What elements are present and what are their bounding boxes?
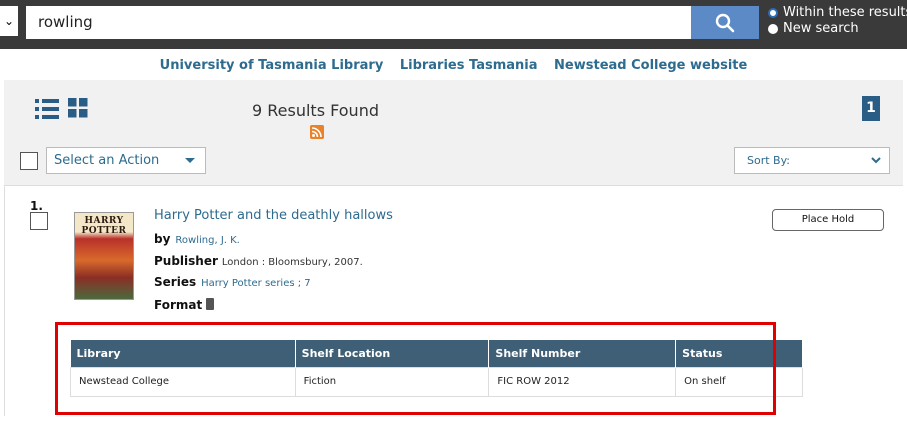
publisher-value: London : Bloomsbury, 2007. [221,257,363,268]
publisher-label: Publisher [154,254,218,268]
rss-icon[interactable] [310,125,324,139]
list-view-icon[interactable] [35,98,59,120]
action-select[interactable]: Select an Action [46,147,206,174]
highlight-box [55,322,776,415]
format-label: Format [154,298,203,312]
link-utas-library[interactable]: University of Tasmania Library [160,58,384,73]
radio-new-label: New search [783,21,859,36]
grid-view-icon[interactable] [68,98,88,118]
cover-title-line: POTTER [81,226,127,236]
result-checkbox[interactable] [30,212,48,230]
page-number-button[interactable]: 1 [862,96,880,121]
by-label: by [154,232,171,246]
place-hold-button[interactable]: Place Hold [772,209,884,231]
series-label: Series [154,275,197,289]
series-row: Series Harry Potter series ; 7 [154,275,311,289]
publisher-row: Publisher London : Bloomsbury, 2007. [154,254,363,268]
content-divider [4,186,5,416]
action-select-label: Select an Action [54,153,160,168]
book-cover-image[interactable]: HARRY POTTER [74,212,134,300]
format-row: Format [154,298,215,312]
results-count: 9 Results Found [252,101,379,120]
radio-within-results[interactable]: Within these results [768,5,907,21]
search-input[interactable]: rowling [26,6,691,39]
author-link[interactable]: Rowling, J. K. [175,235,239,246]
book-format-icon [206,298,215,310]
radio-within-label: Within these results [783,5,907,20]
series-link[interactable]: Harry Potter series ; 7 [201,278,311,289]
results-header: 9 Results Found 1 Select an Action Sort … [4,80,903,186]
search-scope-radios: Within these results New search [768,5,907,37]
link-libraries-tasmania[interactable]: Libraries Tasmania [400,58,538,73]
library-links: University of Tasmania Library Libraries… [0,58,907,73]
radio-new-search[interactable]: New search [768,21,907,37]
author-row: by Rowling, J. K. [154,232,240,246]
link-newstead-college[interactable]: Newstead College website [554,58,747,73]
search-icon [715,13,735,32]
caret-down-icon [185,158,195,163]
result-title-link[interactable]: Harry Potter and the deathly hallows [154,208,393,223]
sort-select[interactable]: Sort By: [734,147,890,174]
result-number: 1. [30,199,43,213]
chevron-down-icon [871,157,881,164]
radio-selected-icon [768,8,778,18]
search-bar: ⌄ rowling Within these results New searc… [0,0,907,49]
sort-select-label: Sort By: [747,154,791,167]
cover-title-line: HARRY [84,216,124,226]
search-button[interactable] [691,6,759,39]
radio-unselected-icon [768,24,778,34]
scope-dropdown-toggle[interactable]: ⌄ [0,6,18,36]
select-all-checkbox[interactable] [20,152,38,170]
